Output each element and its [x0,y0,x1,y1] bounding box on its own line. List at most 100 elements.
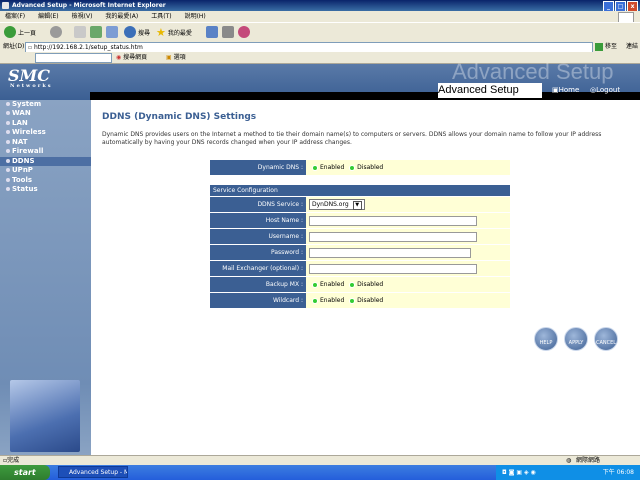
bullet-icon [6,121,10,125]
refresh-button[interactable] [90,25,104,39]
password-row: Password : [210,244,510,261]
backup-mx-disabled-radio[interactable] [349,281,356,288]
options-button[interactable]: ▣ 選項 [166,52,186,63]
bullet-icon [6,130,10,134]
home-toolbar-button[interactable] [106,25,120,39]
dynamic-dns-label: Dynamic DNS : [210,160,306,176]
service-config-header: Service Configuration [210,185,510,196]
sidebar-decorative-image [10,380,80,452]
taskbar-task-ie[interactable]: Advanced Setup - Mi... [58,466,128,478]
dynamic-dns-enabled-label: Enabled [320,164,345,171]
messenger-button[interactable] [238,25,252,39]
home-icon [106,26,118,38]
bullet-icon [6,168,10,172]
apply-button[interactable]: APPLY [564,327,588,351]
ddns-service-label: DDNS Service : [210,197,306,213]
sidebar-item-system[interactable]: System [6,100,41,109]
home-link[interactable]: ▣Home [552,86,579,94]
sidebar-item-wireless[interactable]: Wireless [6,128,46,137]
mail-icon [222,26,234,38]
bullet-icon [6,111,10,115]
dynamic-dns-row: Dynamic DNS : Enabled Disabled [210,160,510,176]
status-text: 完成 [7,457,20,464]
history-icon [206,26,218,38]
toolbar: 上一頁 搜尋 ★ 我的最愛 [0,22,640,42]
back-button[interactable]: 上一頁 [4,25,36,39]
bullet-icon [6,187,10,191]
sidebar-item-status[interactable]: Status [6,185,38,194]
search-web-button[interactable]: ◉ 搜尋網頁 [116,52,147,63]
backup-mx-row: Backup MX : Enabled Disabled [210,276,510,293]
page-icon: ▫ [28,44,33,51]
favorites-button[interactable]: ★ 我的最愛 [156,25,192,39]
wildcard-enabled-radio[interactable] [312,297,318,304]
forward-button[interactable] [50,25,64,39]
sidebar-item-upnp[interactable]: UPnP [6,166,33,175]
password-input[interactable] [309,247,471,258]
window-title-bar: Advanced Setup - Microsoft Internet Expl… [0,0,640,12]
username-row: Username : [210,228,510,245]
sidebar-item-lan[interactable]: LAN [6,119,28,128]
home-icon: ▣ [552,86,559,94]
mail-exchanger-input[interactable] [309,263,477,274]
menu-view[interactable]: 檢視(V) [72,13,93,20]
help-button[interactable]: HELP [534,327,558,351]
menu-file[interactable]: 檔案(F) [5,13,25,20]
go-button[interactable]: 移至 [595,42,617,51]
options-icon: ▣ [166,54,172,61]
password-label: Password : [210,244,306,261]
sidebar-item-firewall[interactable]: Firewall [6,147,43,156]
mail-button[interactable] [222,25,236,39]
ddns-service-select[interactable]: DynDNS.org ▼ [309,199,365,210]
bullet-icon [6,178,10,182]
page-title: DDNS (Dynamic DNS) Settings [102,112,257,122]
host-name-label: Host Name : [210,212,306,229]
menu-help[interactable]: 說明(H) [185,13,206,20]
dynamic-dns-disabled-radio[interactable] [349,164,356,171]
service-config-table: DDNS Service : DynDNS.org ▼ Host Name : U… [210,197,510,309]
star-icon: ★ [156,25,166,39]
cancel-button[interactable]: CANCEL [594,327,618,351]
search-icon [124,26,136,38]
dynamic-dns-enabled-radio[interactable] [312,164,318,171]
forward-arrow-icon [50,26,62,38]
wildcard-label: Wildcard : [210,292,306,309]
clock: 下午 06:08 [602,469,634,476]
dynamic-dns-table: Dynamic DNS : Enabled Disabled [210,160,510,176]
username-label: Username : [210,228,306,245]
search-button[interactable]: 搜尋 [124,25,150,39]
page-description: Dynamic DNS provides users on the Intern… [102,131,602,146]
sidebar-item-wan[interactable]: WAN [6,109,31,118]
dynamic-dns-disabled-label: Disabled [357,164,384,171]
host-name-input[interactable] [309,215,477,226]
toolbar-search-input[interactable] [35,53,112,63]
backup-mx-disabled-label: Disabled [357,281,384,288]
mail-exchanger-row: Mail Exchanger (optional) : [210,260,510,277]
stop-button[interactable] [74,25,88,39]
host-name-row: Host Name : [210,212,510,229]
backup-mx-enabled-label: Enabled [320,281,345,288]
backup-mx-label: Backup MX : [210,276,306,293]
sidebar-item-ddns[interactable]: DDNS [6,157,35,166]
username-input[interactable] [309,231,477,242]
search-web-icon: ◉ [116,54,122,61]
bullet-icon [6,140,10,144]
backup-mx-enabled-radio[interactable] [312,281,318,288]
wildcard-disabled-label: Disabled [357,297,384,304]
start-button[interactable]: start [0,465,50,480]
header-watermark: Advanced Setup [452,59,614,84]
wildcard-disabled-radio[interactable] [349,297,356,304]
logout-link[interactable]: ◎Logout [590,86,620,94]
sidebar-item-tools[interactable]: Tools [6,176,32,185]
wildcard-row: Wildcard : Enabled Disabled [210,292,510,309]
go-arrow-icon [595,42,603,51]
menu-favorites[interactable]: 我的最愛(A) [105,13,138,20]
menu-tools[interactable]: 工具(T) [151,13,171,20]
links-label[interactable]: 連結 [626,41,638,52]
messenger-icon [238,26,250,38]
ddns-service-row: DDNS Service : DynDNS.org ▼ [210,197,510,213]
sidebar-item-nat[interactable]: NAT [6,138,28,147]
menu-edit[interactable]: 編輯(E) [38,13,58,20]
window-title: Advanced Setup - Microsoft Internet Expl… [12,2,166,9]
history-button[interactable] [206,25,220,39]
